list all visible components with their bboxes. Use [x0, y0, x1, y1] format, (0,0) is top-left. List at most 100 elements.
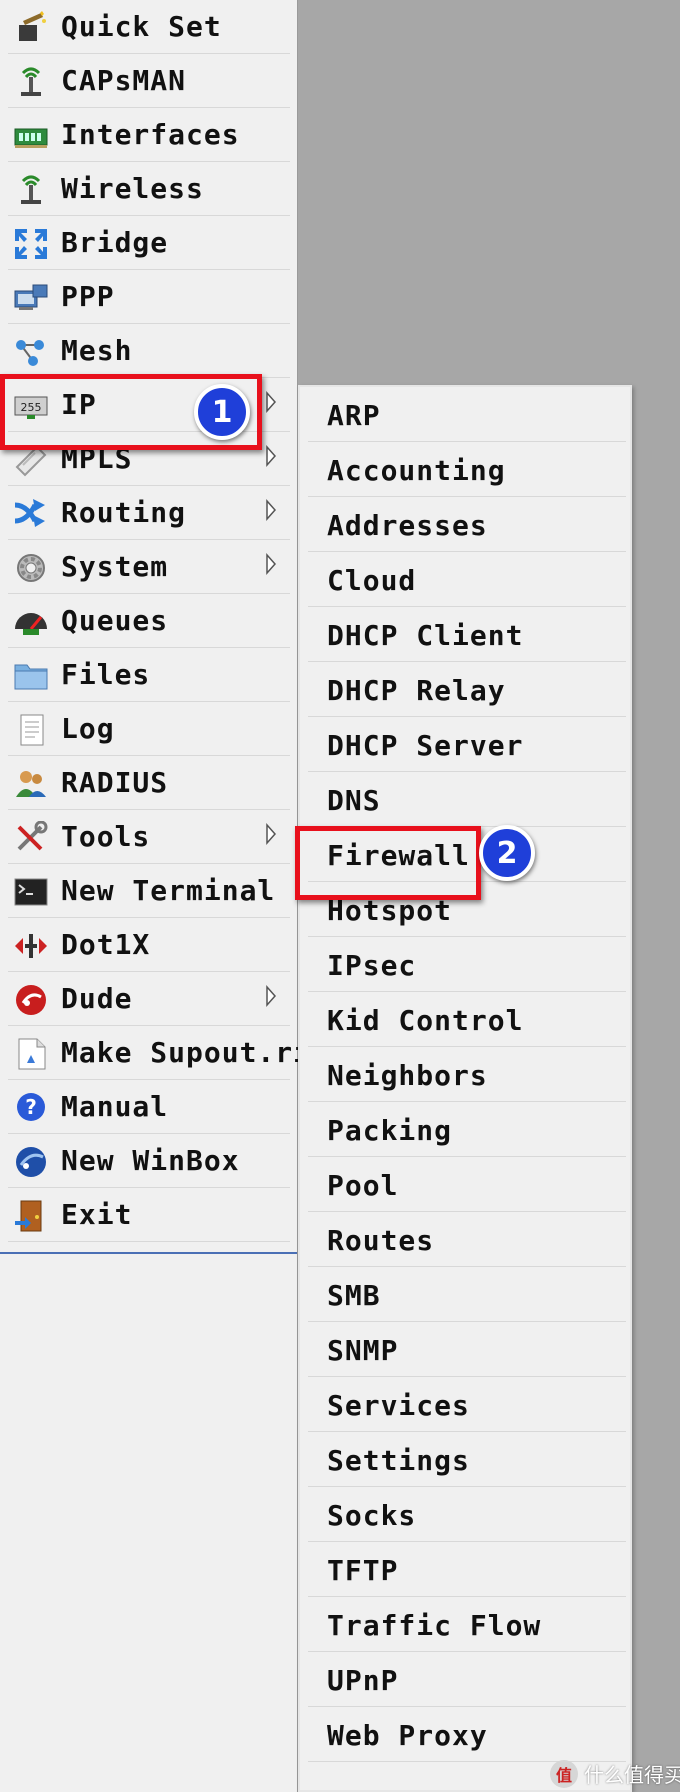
menu-item-label: New WinBox [61, 1144, 240, 1177]
step-badge-1: 1 [194, 384, 250, 440]
submenu-arrow-icon [264, 445, 278, 467]
submenu-item-label: Pool [327, 1169, 399, 1202]
menu-item-radius[interactable]: RADIUS [8, 756, 290, 810]
submenu-item-cloud[interactable]: Cloud [308, 552, 626, 607]
manual-icon: ? [12, 1091, 50, 1125]
submenu-item-label: Accounting [327, 454, 506, 487]
submenu-item-dhcp-server[interactable]: DHCP Server [308, 717, 626, 772]
mesh-icon [12, 335, 50, 369]
menu-item-new-terminal[interactable]: New Terminal [8, 864, 290, 918]
menu-item-new-winbox[interactable]: New WinBox [8, 1134, 290, 1188]
menu-item-label: Files [61, 658, 151, 691]
menu-item-label: Manual [61, 1090, 169, 1123]
submenu-item-label: DHCP Server [327, 729, 524, 762]
submenu-item-snmp[interactable]: SNMP [308, 1322, 626, 1377]
submenu-item-label: TFTP [327, 1554, 399, 1587]
capsman-icon [12, 65, 50, 99]
submenu-arrow-icon [264, 391, 278, 413]
system-icon [12, 551, 50, 585]
submenu-item-upnp[interactable]: UPnP [308, 1652, 626, 1707]
menu-item-label: Dot1X [61, 928, 151, 961]
menu-item-bridge[interactable]: Bridge [8, 216, 290, 270]
submenu-item-ipsec[interactable]: IPsec [308, 937, 626, 992]
menu-item-wireless[interactable]: Wireless [8, 162, 290, 216]
menu-item-label: CAPsMAN [61, 64, 187, 97]
menu-item-label: RADIUS [61, 766, 169, 799]
interfaces-icon [12, 119, 50, 153]
menu-item-system[interactable]: System [8, 540, 290, 594]
submenu-item-services[interactable]: Services [308, 1377, 626, 1432]
highlight-box-firewall [295, 826, 481, 900]
winbox-icon [12, 1145, 50, 1179]
supout-icon [12, 1037, 50, 1071]
menu-item-label: Exit [61, 1198, 133, 1231]
menu-item-dude[interactable]: Dude [8, 972, 290, 1026]
menu-item-queues[interactable]: Queues [8, 594, 290, 648]
submenu-item-kid-control[interactable]: Kid Control [308, 992, 626, 1047]
submenu-arrow-icon [264, 553, 278, 575]
submenu-item-label: Web Proxy [327, 1719, 488, 1752]
menu-item-manual[interactable]: ? Manual [8, 1080, 290, 1134]
submenu-item-accounting[interactable]: Accounting [308, 442, 626, 497]
submenu-item-traffic-flow[interactable]: Traffic Flow [308, 1597, 626, 1652]
menu-item-mesh[interactable]: Mesh [8, 324, 290, 378]
menu-item-quick-set[interactable]: Quick Set [8, 0, 290, 54]
submenu-item-dhcp-client[interactable]: DHCP Client [308, 607, 626, 662]
menu-item-label: Make Supout.rif [61, 1036, 329, 1069]
watermark: 值 什么值得买 [550, 1759, 680, 1788]
svg-text:?: ? [25, 1095, 37, 1119]
submenu-item-dns[interactable]: DNS [308, 772, 626, 827]
submenu-item-label: Settings [327, 1444, 470, 1477]
menu-item-label: Queues [61, 604, 169, 637]
submenu-item-label: DNS [327, 784, 381, 817]
menu-item-make-supout[interactable]: Make Supout.rif [8, 1026, 328, 1080]
submenu-item-label: SNMP [327, 1334, 399, 1367]
menu-item-ppp[interactable]: PPP [8, 270, 290, 324]
menu-item-interfaces[interactable]: Interfaces [8, 108, 290, 162]
submenu-item-arp[interactable]: ARP [308, 387, 626, 442]
menu-item-label: PPP [61, 280, 115, 313]
panel-bottom-border [0, 1252, 297, 1254]
submenu-item-label: ARP [327, 399, 381, 432]
menu-item-files[interactable]: Files [8, 648, 290, 702]
submenu-item-addresses[interactable]: Addresses [308, 497, 626, 552]
menu-item-dot1x[interactable]: Dot1X [8, 918, 290, 972]
radius-icon [12, 767, 50, 801]
menu-item-log[interactable]: Log [8, 702, 290, 756]
menu-item-routing[interactable]: Routing [8, 486, 290, 540]
bridge-icon [12, 227, 50, 261]
submenu-item-label: IPsec [327, 949, 417, 982]
menu-item-label: Mesh [61, 334, 133, 367]
submenu-item-packing[interactable]: Packing [308, 1102, 626, 1157]
menu-item-label: Wireless [61, 172, 204, 205]
menu-item-capsman[interactable]: CAPsMAN [8, 54, 290, 108]
menu-item-exit[interactable]: Exit [8, 1188, 290, 1242]
menu-item-label: Tools [61, 820, 151, 853]
submenu-arrow-icon [264, 499, 278, 521]
ip-submenu: ARP Accounting Addresses Cloud DHCP Clie… [298, 385, 632, 1792]
submenu-item-label: SMB [327, 1279, 381, 1312]
wireless-icon [12, 173, 50, 207]
submenu-item-neighbors[interactable]: Neighbors [308, 1047, 626, 1102]
menu-item-tools[interactable]: Tools [8, 810, 290, 864]
menu-item-label: New Terminal [61, 874, 276, 907]
submenu-item-settings[interactable]: Settings [308, 1432, 626, 1487]
submenu-arrow-icon [264, 985, 278, 1007]
log-icon [12, 713, 50, 747]
queues-icon [12, 605, 50, 639]
routing-icon [12, 497, 50, 531]
main-menu-panel: Quick Set CAPsMAN Interfaces Wireless Br… [0, 0, 328, 1792]
submenu-item-smb[interactable]: SMB [308, 1267, 626, 1322]
submenu-item-label: Services [327, 1389, 470, 1422]
submenu-item-tftp[interactable]: TFTP [308, 1542, 626, 1597]
terminal-icon [12, 875, 50, 909]
submenu-item-socks[interactable]: Socks [308, 1487, 626, 1542]
submenu-item-pool[interactable]: Pool [308, 1157, 626, 1212]
menu-item-label: Bridge [61, 226, 169, 259]
submenu-item-web-proxy[interactable]: Web Proxy [308, 1707, 626, 1762]
submenu-item-label: DHCP Relay [327, 674, 506, 707]
submenu-item-label: Kid Control [327, 1004, 524, 1037]
submenu-item-routes[interactable]: Routes [308, 1212, 626, 1267]
submenu-item-dhcp-relay[interactable]: DHCP Relay [308, 662, 626, 717]
submenu-item-label: Packing [327, 1114, 453, 1147]
